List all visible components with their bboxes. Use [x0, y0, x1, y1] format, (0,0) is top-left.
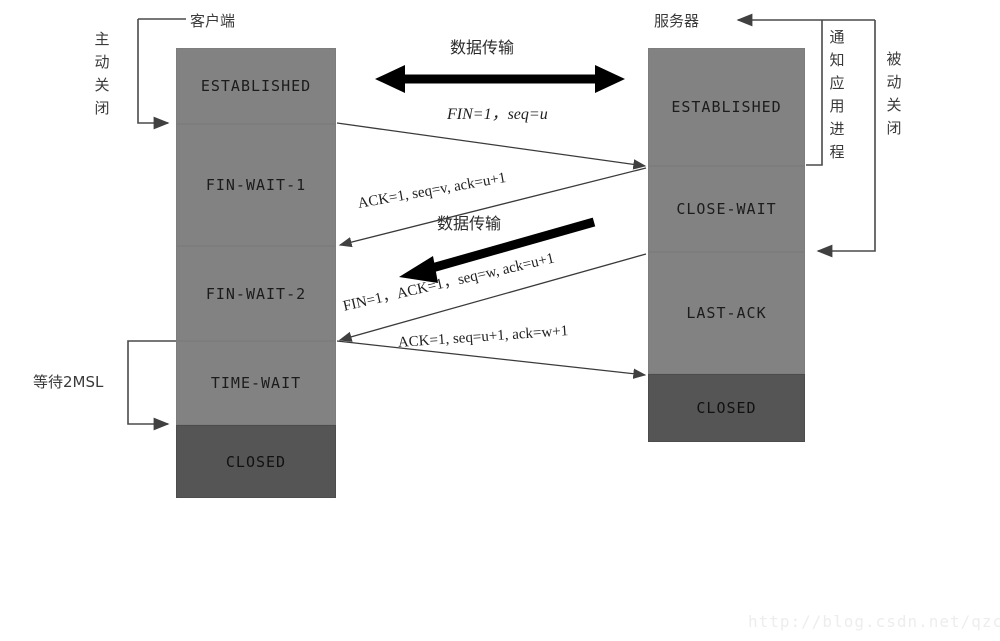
notify-app-char-4: 用	[829, 97, 845, 115]
notify-app-char-2: 知	[829, 51, 845, 69]
data-transfer-mid-label: 数据传输	[437, 214, 502, 233]
client-state-fin-wait-1-label: FIN-WAIT-1	[205, 176, 307, 194]
notify-app-char-6: 程	[829, 143, 845, 161]
server-passive-close-char-2: 动	[886, 73, 902, 91]
data-transfer-top-label: 数据传输	[450, 38, 515, 57]
server-state-closed-label: CLOSED	[696, 399, 757, 417]
server-passive-close-char-4: 闭	[886, 119, 902, 137]
message-label-fin-seq-u: FIN=1，seq=u	[447, 106, 548, 123]
client-active-close-char-2: 动	[94, 53, 110, 71]
client-column-title: 客户端	[190, 12, 236, 30]
server-state-close-wait: CLOSE-WAIT	[648, 166, 805, 252]
notify-app-process-annotation: 通 知 应 用 进 程	[827, 26, 847, 164]
message-arrow-fin-seq-u	[336, 122, 647, 170]
client-active-close-bracket	[137, 19, 170, 130]
notify-app-char-5: 进	[829, 120, 845, 138]
server-state-last-ack: LAST-ACK	[648, 252, 805, 374]
server-passive-close-annotation: 被 动 关 闭	[884, 48, 904, 140]
data-transfer-top-arrow	[375, 65, 625, 93]
server-state-last-ack-label: LAST-ACK	[686, 304, 767, 322]
server-state-established-label: ESTABLISHED	[671, 98, 782, 116]
client-state-time-wait: TIME-WAIT	[176, 341, 336, 425]
client-state-established: ESTABLISHED	[176, 48, 336, 124]
client-active-close-annotation: 主 动 关 闭	[92, 28, 112, 120]
server-passive-close-char-3: 关	[886, 96, 902, 114]
client-active-close-char-1: 主	[94, 30, 110, 48]
client-state-closed: CLOSED	[176, 425, 336, 498]
notify-app-char-1: 通	[829, 28, 845, 46]
watermark: http://blog.csdn.net/qzcsu	[748, 612, 1000, 631]
message-label-ack-seq-v: ACK=1, seq=v, ack=u+1	[356, 170, 508, 212]
client-active-close-char-4: 闭	[94, 99, 110, 117]
wait-2msl-bracket	[127, 340, 176, 431]
server-column-title: 服务器	[654, 12, 700, 30]
message-arrow-ack-seq-u1	[336, 340, 647, 379]
notify-app-char-3: 应	[829, 74, 845, 92]
diagram-vector-overlay	[127, 13, 876, 431]
server-state-established: ESTABLISHED	[648, 48, 805, 166]
server-state-closed: CLOSED	[648, 374, 805, 442]
wait-2msl-label: 等待2MSL	[33, 373, 104, 391]
client-state-closed-label: CLOSED	[225, 452, 287, 471]
client-state-established-label: ESTABLISHED	[200, 77, 312, 95]
client-state-time-wait-label: TIME-WAIT	[210, 374, 302, 392]
notify-app-bracket	[806, 20, 823, 166]
message-label-ack-seq-u1: ACK=1, seq=u+1, ack=w+1	[397, 323, 569, 351]
client-active-close-char-3: 关	[94, 76, 110, 94]
client-state-fin-wait-2: FIN-WAIT-2	[176, 246, 336, 341]
client-state-fin-wait-2-label: FIN-WAIT-2	[205, 284, 307, 303]
server-state-close-wait-label: CLOSE-WAIT	[676, 200, 777, 218]
server-passive-close-char-1: 被	[886, 50, 902, 68]
client-state-fin-wait-1: FIN-WAIT-1	[176, 124, 336, 246]
message-label-fin-ack-seq-w: FIN=1，ACK=1，seq=w, ack=u+1	[341, 250, 556, 315]
tcp-four-way-handshake-diagram: ESTABLISHED FIN-WAIT-1 FIN-WAIT-2 TIME-W…	[0, 0, 1000, 641]
